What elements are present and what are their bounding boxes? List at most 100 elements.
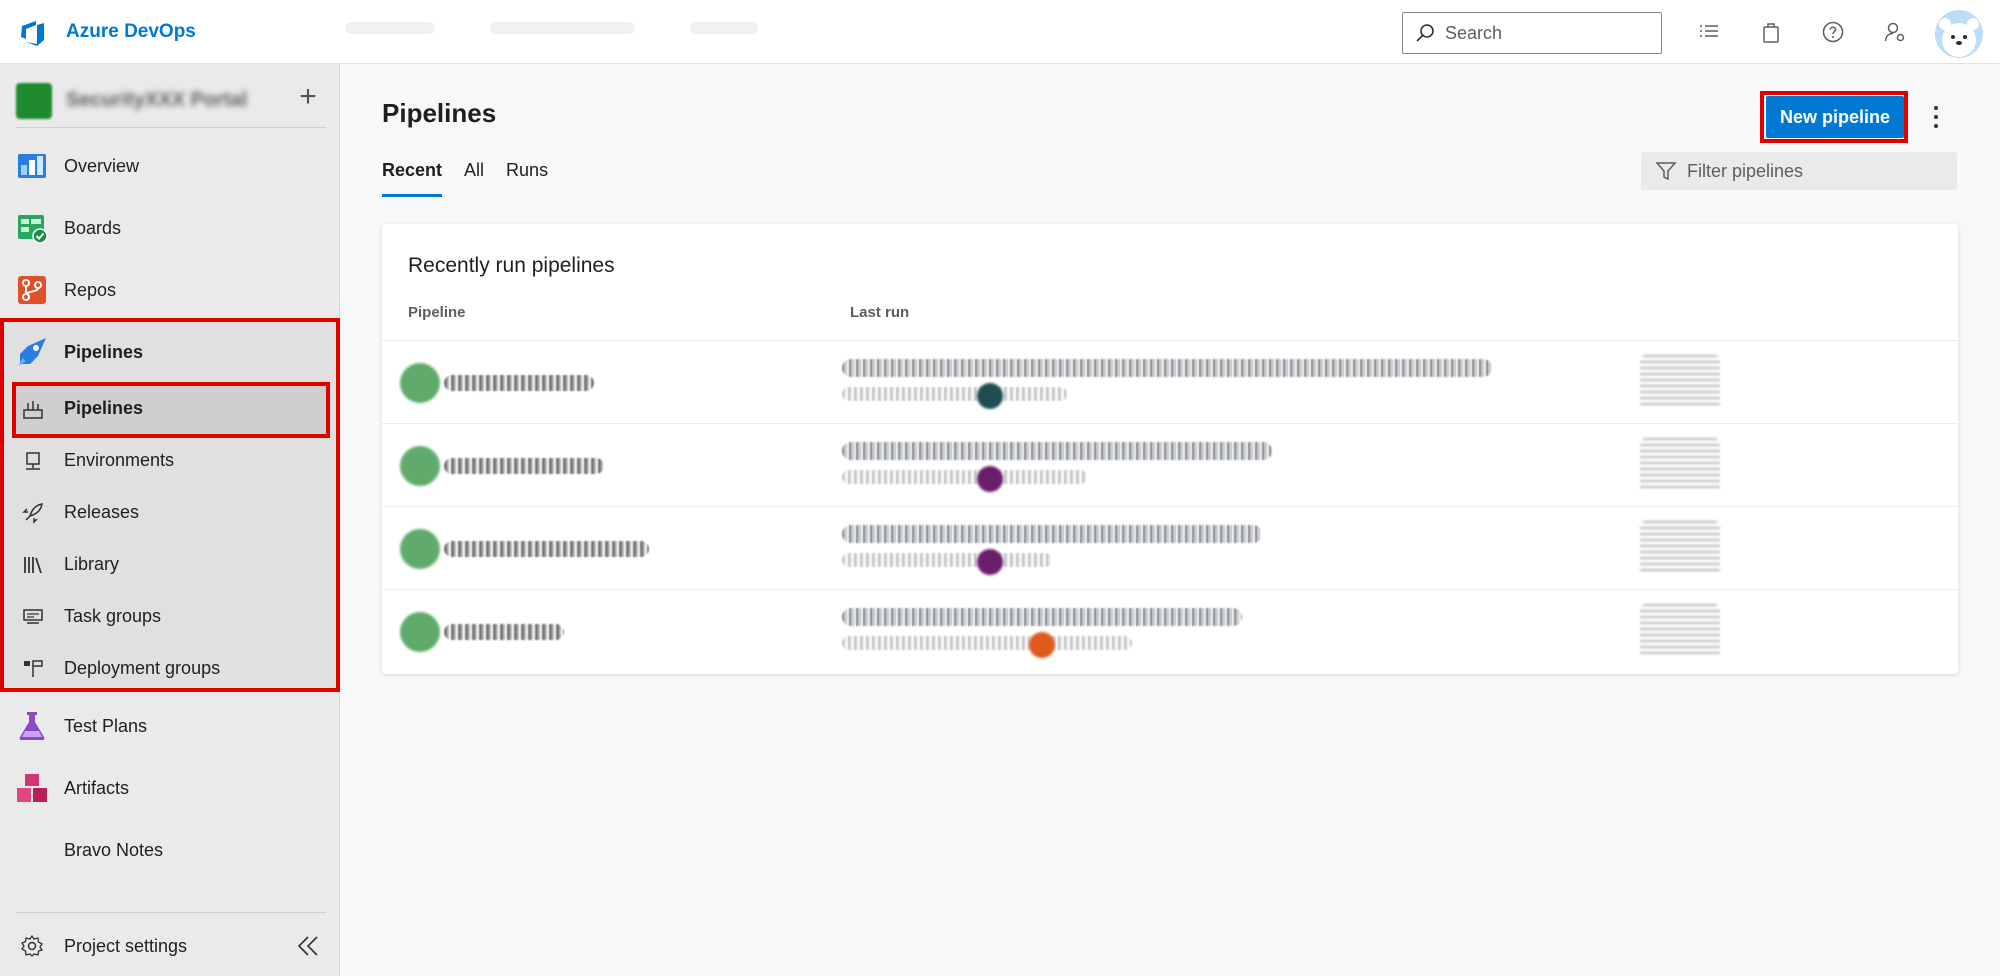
avatar[interactable] [1935,10,1983,58]
sidebar-subitem-task-groups[interactable]: Task groups [0,594,338,640]
sidebar-item-overview[interactable]: Overview [0,140,338,192]
search-box[interactable] [1402,12,1662,54]
sidebar-item-boards[interactable]: Boards [0,202,338,254]
card-title: Recently run pipelines [408,254,615,277]
more-actions-icon[interactable] [1926,100,1946,134]
test-plans-icon [19,712,45,740]
pipelines-icon [18,338,46,366]
breadcrumb-item-pipelines[interactable] [690,22,758,34]
task-groups-icon [23,609,43,624]
tab-recent[interactable]: Recent [382,160,443,197]
breadcrumb-item-org[interactable] [345,22,435,34]
project-name: SecurityXXX Portal [66,89,248,111]
azure-devops-logo-icon [21,21,44,46]
artifacts-icon [17,774,47,802]
tab-all[interactable]: All [464,160,484,197]
sidebar-item-label: Project settings [64,935,188,956]
table-row[interactable] [382,506,1958,589]
status-icon [400,529,440,569]
filter-pipelines-input[interactable] [1687,160,1947,182]
filter-icon [1655,162,1677,181]
sidebar-item-label: Test Plans [64,715,148,736]
deployment-groups-icon [24,660,43,677]
work-items-list-icon[interactable] [1697,20,1721,44]
sidebar-item-bravo-notes[interactable]: Bravo Notes [0,824,338,876]
pipeline-tabs: Recent All Runs [382,160,570,197]
add-button[interactable]: + [294,82,322,112]
last-run-details-redacted [842,387,1067,401]
sidebar-subitem-pipelines[interactable]: Pipelines [0,386,338,432]
table-row[interactable] [382,340,1958,423]
sidebar-subitem-label: Library [64,554,120,574]
sidebar-subitem-label: Environments [64,450,175,470]
avatar [977,549,1003,575]
sidebar-subitem-releases[interactable]: Releases [0,490,338,536]
sidebar-subitem-label: Pipelines [64,398,144,418]
avatar [1029,632,1055,658]
breadcrumb-item-project[interactable] [490,22,635,34]
new-pipeline-button[interactable]: New pipeline [1766,96,1904,138]
column-header-last-run: Last run [850,304,910,321]
sidebar: SecurityXXX Portal + Overview Boards Rep… [0,64,340,976]
last-run-details-redacted [842,553,1052,567]
sidebar-subitem-label: Task groups [64,606,162,626]
pipelines-sub-icon [23,401,43,419]
avatar [977,383,1003,409]
sidebar-subitem-deployment-groups[interactable]: Deployment groups [0,646,338,692]
user-settings-icon[interactable] [1883,20,1907,44]
project-avatar [16,82,52,119]
last-run-title-redacted [842,359,1492,377]
releases-icon [22,503,43,524]
pipeline-name-redacted [444,458,604,474]
run-timestamp-redacted [1640,604,1720,658]
sidebar-subitem-environments[interactable]: Environments [0,438,338,484]
project-settings[interactable]: Project settings [0,920,338,972]
pipeline-name-redacted [444,541,649,557]
collapse-sidebar-icon[interactable] [296,934,320,958]
project-switcher[interactable]: SecurityXXX Portal + [16,80,326,128]
avatar [977,466,1003,492]
sidebar-item-test-plans[interactable]: Test Plans [0,700,338,752]
filter-box[interactable] [1641,152,1957,190]
brand[interactable]: Azure DevOps [18,14,196,50]
repos-icon [18,276,46,304]
last-run-details-redacted [842,470,1087,484]
library-icon [24,557,42,574]
page-title: Pipelines [382,98,497,128]
run-timestamp-redacted [1640,438,1720,492]
environments-icon [26,452,40,470]
column-header-pipeline: Pipeline [408,304,466,321]
marketplace-bag-icon[interactable] [1759,20,1783,44]
top-bar: Azure DevOps [0,0,2000,64]
sidebar-item-pipelines[interactable]: Pipelines [0,326,338,378]
table-row[interactable] [382,423,1958,506]
sidebar-item-label: Artifacts [64,777,130,798]
sidebar-item-repos[interactable]: Repos [0,264,338,316]
sidebar-item-label: Bravo Notes [64,839,164,860]
table-row[interactable] [382,589,1958,672]
sidebar-subitem-label: Releases [64,502,140,522]
search-input[interactable] [1445,22,1655,44]
run-timestamp-redacted [1640,521,1720,575]
sidebar-item-label: Pipelines [64,341,144,362]
overview-icon [18,154,46,178]
tab-runs[interactable]: Runs [506,160,548,197]
breadcrumb [345,22,758,34]
last-run-title-redacted [842,608,1242,626]
last-run-title-redacted [842,525,1262,543]
sidebar-subitem-label: Deployment groups [64,658,221,678]
pipeline-name-redacted [444,375,594,391]
user-avatar-icon [1935,10,1983,58]
boards-icon [18,215,48,244]
sidebar-item-label: Overview [64,155,140,176]
sidebar-item-artifacts[interactable]: Artifacts [0,762,338,814]
last-run-details-redacted [842,636,1132,650]
sidebar-subitem-library[interactable]: Library [0,542,338,588]
sidebar-item-label: Repos [64,279,117,300]
status-icon [400,612,440,652]
last-run-title-redacted [842,442,1272,460]
help-icon[interactable] [1821,20,1845,44]
pipeline-name-redacted [444,624,564,640]
status-icon [400,446,440,486]
search-icon [1416,24,1434,42]
